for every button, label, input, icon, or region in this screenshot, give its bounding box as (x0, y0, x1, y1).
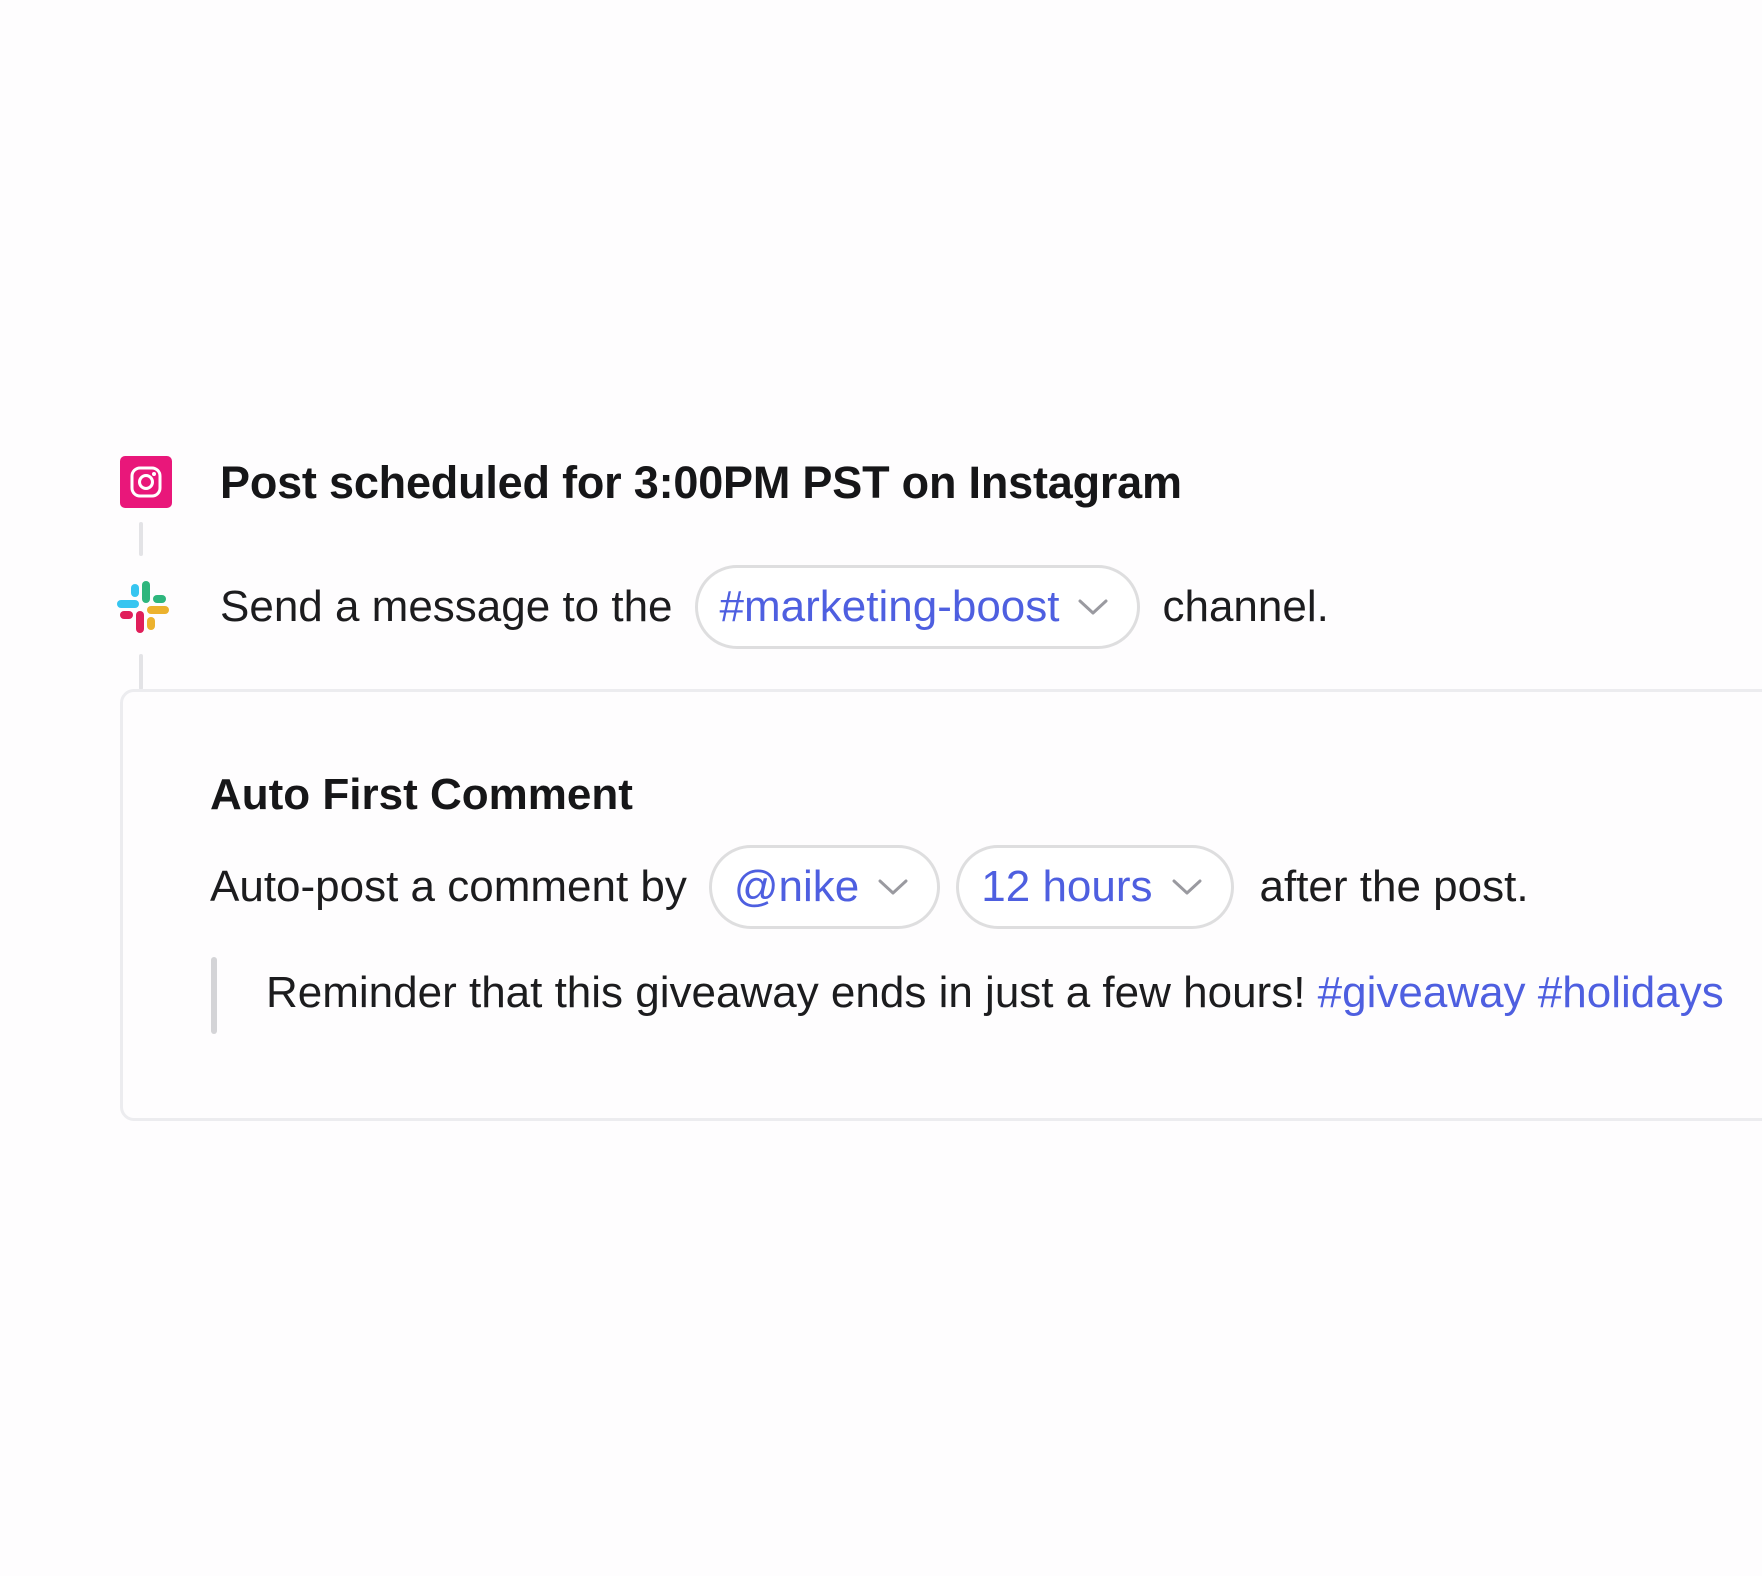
account-dropdown[interactable]: @nike (708, 845, 941, 929)
comment-message[interactable]: Reminder that this giveaway ends in just… (266, 968, 1724, 1018)
comment-hashtags[interactable]: #giveaway #holidays (1318, 968, 1724, 1017)
chevron-down-icon (1078, 599, 1108, 615)
auto-comment-title: Auto First Comment (210, 770, 633, 819)
trigger-row: Post scheduled for 3:00PM PST on Instagr… (220, 453, 1182, 513)
instagram-icon (120, 456, 172, 508)
delay-value: 12 hours (981, 862, 1153, 911)
delay-dropdown[interactable]: 12 hours (956, 845, 1234, 929)
channel-dropdown[interactable]: #marketing-boost (694, 565, 1141, 649)
channel-value: #marketing-boost (719, 582, 1060, 631)
auto-comment-row: Auto-post a comment by @nike 12 hours af… (210, 842, 1529, 932)
slack-icon (117, 581, 169, 633)
trigger-title: Post scheduled for 3:00PM PST on Instagr… (220, 457, 1182, 508)
chevron-down-icon (1172, 879, 1202, 895)
slack-step-suffix: channel. (1162, 582, 1329, 631)
quote-bar (211, 957, 217, 1034)
auto-comment-suffix: after the post. (1259, 862, 1529, 911)
chevron-down-icon (878, 879, 908, 895)
account-value: @nike (733, 862, 860, 911)
step-connector (139, 654, 143, 690)
auto-comment-prefix: Auto-post a comment by (210, 862, 687, 911)
step-connector (139, 522, 143, 556)
slack-step-prefix: Send a message to the (220, 582, 673, 631)
slack-step-row: Send a message to the #marketing-boost c… (220, 562, 1329, 652)
workflow-canvas: Post scheduled for 3:00PM PST on Instagr… (0, 0, 1762, 1576)
comment-text: Reminder that this giveaway ends in just… (266, 968, 1306, 1017)
